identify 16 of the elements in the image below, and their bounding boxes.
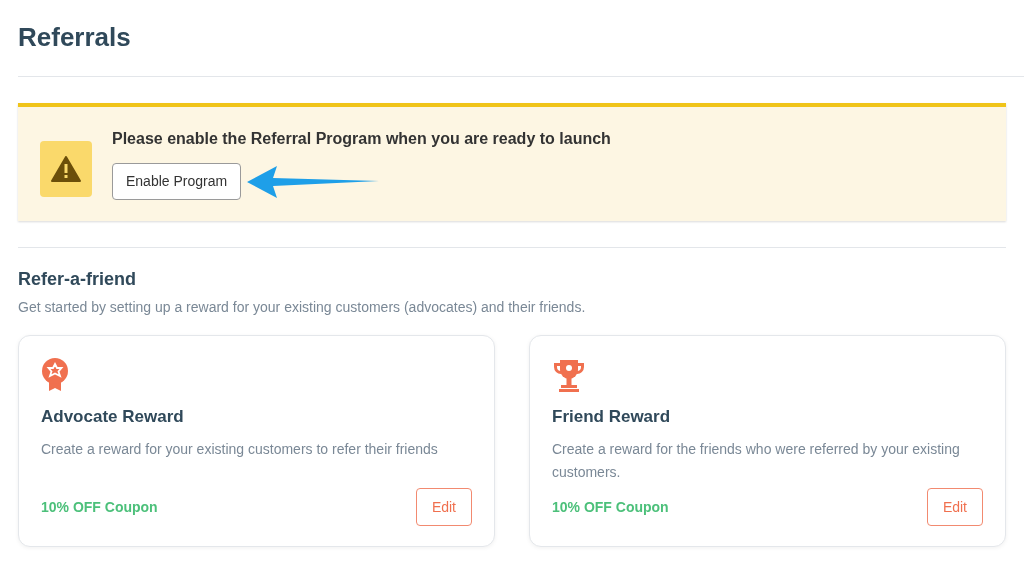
- trophy-icon: [552, 358, 586, 392]
- edit-button[interactable]: Edit: [926, 488, 983, 526]
- section-title: Refer-a-friend: [18, 268, 138, 290]
- card-title: Friend Reward: [552, 406, 672, 428]
- card-description: Create a reward for the friends who were referred by your existing customers.: [552, 440, 961, 482]
- page-title: Referrals: [18, 22, 132, 52]
- medal-icon: [41, 358, 69, 392]
- reward-label: 10% OFF Coupon: [552, 497, 669, 517]
- reward-label: 10% OFF Coupon: [41, 497, 158, 517]
- card-description: Create a reward for your existing customers to refer their friends: [41, 440, 439, 459]
- enable-program-button[interactable]: Enable Program: [112, 163, 242, 200]
- warning-icon: [40, 141, 92, 197]
- banner-message: Please enable the Referral Program when you are ready to launch: [112, 129, 611, 149]
- edit-button[interactable]: Edit: [415, 488, 472, 526]
- card-title: Advocate Reward: [41, 406, 185, 428]
- section-subtitle: Get started by setting up a reward for your existing customers (advocates) and their friends.: [18, 298, 587, 316]
